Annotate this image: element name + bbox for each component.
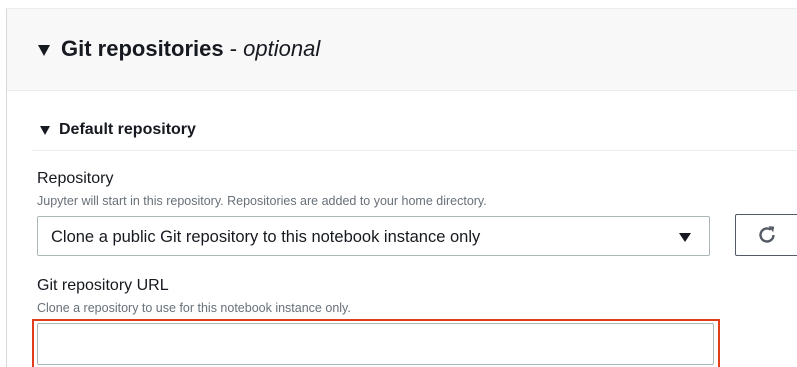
section-title-separator: - — [223, 36, 244, 61]
optional-label: optional — [243, 36, 321, 61]
git-repositories-header[interactable]: Git repositories - optional — [7, 9, 797, 91]
repository-select-value: Clone a public Git repository to this no… — [51, 228, 481, 246]
git-url-label: Git repository URL — [37, 277, 169, 294]
git-url-description: Clone a repository to use for this noteb… — [37, 301, 351, 315]
section-title-text: Git repositories — [61, 36, 224, 61]
caret-down-icon[interactable] — [38, 45, 50, 56]
divider — [32, 150, 797, 151]
caret-down-icon[interactable] — [40, 126, 50, 135]
repository-description: Jupyter will start in this repository. R… — [37, 194, 487, 208]
default-repository-title[interactable]: Default repository — [59, 119, 196, 141]
repository-label: Repository — [37, 170, 114, 187]
section-title: Git repositories - optional — [61, 34, 320, 64]
page: Git repositories - optional Default repo… — [0, 0, 797, 367]
refresh-icon — [759, 226, 775, 243]
chevron-down-icon — [679, 233, 691, 242]
git-url-input[interactable] — [37, 323, 714, 365]
repository-select[interactable]: Clone a public Git repository to this no… — [37, 216, 710, 256]
refresh-button[interactable] — [735, 214, 797, 256]
